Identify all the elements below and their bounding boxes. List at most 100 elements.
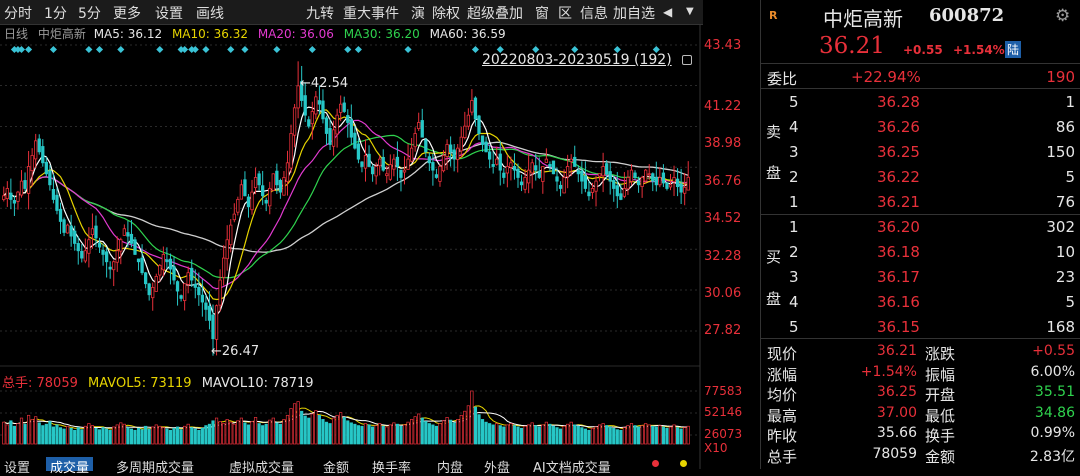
volume-bar — [119, 422, 123, 445]
draw-line-button[interactable]: 画线 — [196, 3, 224, 23]
event-marker-icon[interactable] — [95, 45, 104, 54]
volume-bar — [388, 424, 392, 445]
candle-body — [530, 162, 534, 174]
tab-intraday[interactable]: 分时 — [4, 3, 32, 23]
volume-bar — [583, 428, 587, 445]
chevron-down-icon[interactable]: ▼ — [686, 6, 694, 17]
stat-value: 36.21 — [876, 343, 917, 359]
volume-bar — [417, 413, 421, 445]
event-marker-icon[interactable] — [85, 45, 93, 54]
volume-bar — [225, 419, 229, 445]
sell-volume: 1 — [1065, 93, 1075, 111]
volume-bar — [665, 427, 669, 445]
candle-body — [605, 163, 609, 175]
event-marker-icon[interactable] — [227, 45, 235, 54]
range-button[interactable]: 区 — [558, 3, 572, 23]
volume-bar — [229, 421, 233, 445]
volume-bar — [576, 425, 580, 445]
volume-bar — [516, 426, 520, 445]
volume-bar — [12, 425, 17, 445]
low-annotation: ←26.47 — [211, 344, 260, 359]
volume-bar — [672, 424, 676, 445]
event-marker-icon[interactable] — [49, 45, 57, 54]
info-button[interactable]: 信息 — [580, 3, 608, 23]
candle-body — [168, 258, 173, 270]
tab-5min[interactable]: 5分 — [78, 3, 101, 23]
stock-name: 中炬高新 — [823, 7, 903, 31]
volume-bar — [644, 423, 648, 445]
major-events-button[interactable]: 重大事件 — [343, 3, 399, 23]
event-marker-icon[interactable] — [17, 45, 26, 54]
kline-chart[interactable] — [0, 24, 760, 469]
candle-body — [115, 250, 119, 263]
tab-1min[interactable]: 1分 — [44, 3, 67, 23]
event-marker-icon[interactable] — [344, 45, 352, 54]
event-marker-icon[interactable] — [471, 45, 479, 54]
nine-turn-button[interactable]: 九转 — [306, 3, 334, 23]
volume-bar — [172, 427, 176, 445]
candle-body — [5, 188, 9, 200]
buy-label: 盘 — [766, 290, 782, 308]
candle-body — [551, 160, 556, 175]
ex-rights-button[interactable]: 除权 — [432, 3, 460, 23]
buy-volume: 5 — [1065, 293, 1075, 311]
event-marker-icon[interactable] — [25, 45, 33, 54]
mavol10-label: MAVOL10: 78719 — [201, 376, 314, 391]
event-marker-icon[interactable] — [191, 45, 199, 54]
volume-bar — [587, 429, 591, 445]
candle-body — [229, 224, 233, 246]
candle-body — [516, 168, 520, 178]
volume-bar — [27, 414, 31, 445]
candle-body — [459, 136, 463, 152]
demo-button[interactable]: 演 — [411, 3, 425, 23]
volume-bar — [420, 417, 424, 445]
volume-bar — [502, 426, 506, 445]
candle-body — [296, 85, 300, 109]
volume-bar — [200, 427, 204, 445]
sell-price: 36.25 — [877, 143, 920, 161]
candle-body — [271, 173, 275, 191]
add-watchlist-button[interactable]: 加自选 — [613, 3, 655, 23]
event-marker-icon[interactable] — [156, 45, 164, 54]
event-marker-icon[interactable] — [308, 45, 316, 54]
candle-body — [544, 158, 549, 163]
event-marker-icon[interactable] — [181, 45, 189, 54]
date-range-label[interactable]: 20220803-20230519 (192) — [482, 52, 672, 68]
chart-toolbar: 分时 1分 5分 更多 设置 画线 九转 重大事件 演 除权 超级叠加 窗 区 … — [0, 0, 703, 25]
event-marker-icon[interactable] — [354, 45, 362, 54]
candle-body — [534, 165, 538, 171]
candle-body — [282, 177, 286, 196]
settings-button[interactable]: 设置 — [155, 3, 183, 23]
buy-label: 买 — [766, 248, 782, 266]
candle-body — [413, 133, 417, 148]
sell-level: 2 — [789, 168, 799, 186]
gear-icon[interactable]: ⚙ — [1055, 6, 1070, 26]
lock-icon[interactable] — [682, 55, 692, 65]
candle-body — [278, 179, 283, 193]
candle-body — [665, 182, 669, 189]
price-tick: 34.52 — [704, 211, 742, 226]
candle-body — [261, 185, 265, 197]
event-marker-icon[interactable] — [117, 45, 125, 54]
candle-body — [654, 176, 658, 186]
candle-body — [409, 147, 414, 162]
event-marker-icon[interactable] — [241, 45, 249, 54]
event-marker-icon[interactable] — [273, 45, 281, 54]
super-overlay-button[interactable]: 超级叠加 — [467, 3, 523, 23]
candle-body — [385, 173, 389, 177]
candle-body — [19, 180, 24, 196]
candle-body — [558, 184, 563, 189]
candle-body — [619, 193, 623, 200]
sell-volume: 5 — [1065, 168, 1075, 186]
event-marker-icon[interactable] — [404, 45, 412, 54]
volume-bar — [105, 428, 109, 445]
tab-more[interactable]: 更多 — [113, 3, 141, 23]
candle-body — [108, 266, 112, 270]
volume-bar — [441, 420, 446, 445]
collapse-arrow-icon[interactable]: ◀ — [663, 5, 672, 19]
volume-bar — [406, 421, 410, 445]
candle-body — [502, 172, 506, 178]
window-button[interactable]: 窗 — [535, 3, 549, 23]
candle-body — [555, 176, 559, 182]
event-marker-icon[interactable] — [202, 45, 210, 54]
